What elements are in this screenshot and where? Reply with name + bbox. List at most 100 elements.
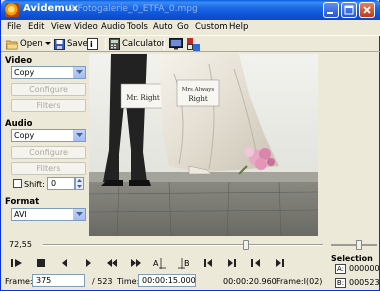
menu-video[interactable]: Video bbox=[74, 22, 98, 32]
set-marker-b-button[interactable]: B bbox=[177, 257, 193, 269]
marker-a-badge[interactable]: A: bbox=[335, 264, 346, 274]
svg-text:i: i bbox=[90, 40, 93, 49]
selection-slider-thumb[interactable] bbox=[356, 240, 362, 250]
close-icon bbox=[363, 6, 371, 14]
title-bar[interactable]: Avidemux 2 Fotogalerie_0_ETFA_0.mpg bbox=[1, 0, 380, 20]
minimize-button[interactable] bbox=[323, 2, 339, 18]
open-button[interactable]: Open bbox=[6, 37, 51, 51]
audio-filters-button[interactable]: Filters bbox=[11, 162, 86, 175]
play-button[interactable] bbox=[10, 257, 24, 269]
menu-audio[interactable]: Audio bbox=[101, 22, 125, 32]
save-disk-icon bbox=[54, 38, 65, 50]
audio-shift-input[interactable]: 0 bbox=[47, 177, 75, 190]
maximize-button[interactable] bbox=[341, 2, 357, 18]
minimize-icon bbox=[327, 12, 333, 14]
previous-black-frame-button[interactable] bbox=[249, 257, 263, 269]
chevron-down-icon bbox=[44, 42, 51, 45]
open-label: Open bbox=[20, 39, 43, 49]
frame-type: Frame:I(02) bbox=[276, 277, 323, 286]
audio-shift-spinner[interactable] bbox=[75, 177, 84, 190]
marker-b-badge[interactable]: B: bbox=[335, 278, 346, 288]
marker-b-icon: B bbox=[178, 257, 190, 269]
properties-button[interactable]: i bbox=[87, 37, 98, 51]
format-section-label: Format bbox=[5, 197, 40, 207]
audio-shift-checkbox[interactable] bbox=[13, 179, 22, 188]
menu-tools[interactable]: Tools bbox=[127, 22, 148, 32]
audio-codec-dropdown-button[interactable] bbox=[73, 130, 85, 141]
container-format-value: AVI bbox=[14, 210, 27, 219]
menu-custom[interactable]: Custom bbox=[195, 22, 228, 32]
svg-text:A: A bbox=[153, 259, 159, 268]
menu-go[interactable]: Go bbox=[177, 22, 189, 32]
go-to-end-icon bbox=[228, 259, 236, 267]
next-frame-icon bbox=[86, 259, 91, 267]
calculator-icon bbox=[109, 38, 120, 50]
selection-a-value: 000000 bbox=[349, 264, 380, 273]
stop-button[interactable] bbox=[34, 257, 48, 269]
video-preview-panel: Mr. Right Mrs Always Right bbox=[89, 54, 318, 236]
video-configure-button[interactable]: Configure bbox=[11, 83, 86, 96]
total-duration: 00:00:20.960 bbox=[223, 277, 277, 286]
audio-codec-value: Copy bbox=[14, 131, 35, 140]
menu-view[interactable]: View bbox=[51, 22, 71, 32]
window-title-filename: 2 Fotogalerie_0_ETFA_0.mpg bbox=[69, 4, 198, 14]
calculator-button[interactable]: Calculator bbox=[109, 37, 165, 51]
video-codec-select[interactable]: Copy bbox=[11, 66, 86, 79]
go-to-start-icon bbox=[204, 259, 212, 267]
timeline-slider-thumb[interactable] bbox=[243, 240, 249, 250]
video-section-label: Video bbox=[5, 56, 33, 66]
close-button[interactable] bbox=[359, 2, 375, 18]
audio-configure-button[interactable]: Configure bbox=[11, 146, 86, 159]
total-frames: / 523 bbox=[92, 277, 113, 286]
frame-label: Frame: bbox=[5, 277, 33, 286]
toolbar-separator bbox=[164, 38, 165, 50]
sign-right-text: Right bbox=[188, 95, 207, 103]
container-format-dropdown-button[interactable] bbox=[73, 209, 85, 220]
time-input[interactable]: 00:00:15.000 bbox=[138, 274, 196, 287]
previous-black-frame-icon bbox=[251, 259, 260, 267]
container-format-select[interactable]: AVI bbox=[11, 208, 86, 221]
save-label: Save bbox=[67, 39, 88, 49]
next-black-frame-button[interactable] bbox=[273, 257, 287, 269]
spin-arrows-icon bbox=[77, 179, 82, 188]
menu-edit[interactable]: Edit bbox=[28, 22, 44, 32]
video-codec-dropdown-button[interactable] bbox=[73, 67, 85, 78]
display-mode-button[interactable] bbox=[187, 37, 201, 51]
set-marker-a-button[interactable]: A bbox=[153, 257, 167, 269]
selection-b-row: B: 000523 bbox=[335, 278, 380, 288]
frame-number-input[interactable]: 375 bbox=[32, 274, 85, 287]
svg-text:B: B bbox=[184, 259, 190, 268]
selection-slider-track[interactable] bbox=[331, 244, 377, 246]
video-filters-button[interactable]: Filters bbox=[11, 99, 86, 112]
audio-shift-label: Shift: bbox=[24, 180, 45, 189]
play-icon bbox=[11, 259, 22, 267]
go-to-end-button[interactable] bbox=[225, 257, 239, 269]
chevron-down-icon bbox=[76, 133, 83, 137]
next-keyframe-button[interactable] bbox=[129, 257, 143, 269]
toolbar-separator bbox=[51, 38, 52, 50]
audio-codec-select[interactable]: Copy bbox=[11, 129, 86, 142]
menu-help[interactable]: Help bbox=[229, 22, 248, 32]
toolbar-separator bbox=[105, 38, 106, 50]
properties-icon: i bbox=[87, 38, 98, 50]
menu-auto[interactable]: Auto bbox=[153, 22, 173, 32]
preview-output-button[interactable] bbox=[169, 37, 183, 51]
video-frame-image: Mr. Right Mrs Always Right bbox=[89, 54, 318, 236]
next-black-frame-icon bbox=[276, 259, 284, 267]
save-button[interactable]: Save bbox=[54, 37, 88, 51]
stop-icon bbox=[37, 259, 45, 267]
folder-open-icon bbox=[6, 40, 18, 49]
sign-mr-right-text: Mr. Right bbox=[126, 94, 160, 102]
avidemux-app-icon[interactable] bbox=[5, 3, 19, 17]
monitor-icon bbox=[169, 38, 183, 50]
go-to-start-button[interactable] bbox=[201, 257, 215, 269]
menu-file[interactable]: File bbox=[7, 22, 21, 32]
previous-frame-button[interactable] bbox=[58, 257, 72, 269]
timeline-position-percent: 72,55 bbox=[9, 240, 32, 249]
calculator-label: Calculator bbox=[122, 39, 166, 49]
avidemux-window: Avidemux 2 Fotogalerie_0_ETFA_0.mpg File… bbox=[0, 0, 380, 291]
previous-keyframe-button[interactable] bbox=[105, 257, 119, 269]
next-frame-button[interactable] bbox=[81, 257, 95, 269]
selection-a-row: A: 000000 bbox=[335, 264, 380, 274]
timeline-slider-track[interactable] bbox=[43, 244, 323, 246]
